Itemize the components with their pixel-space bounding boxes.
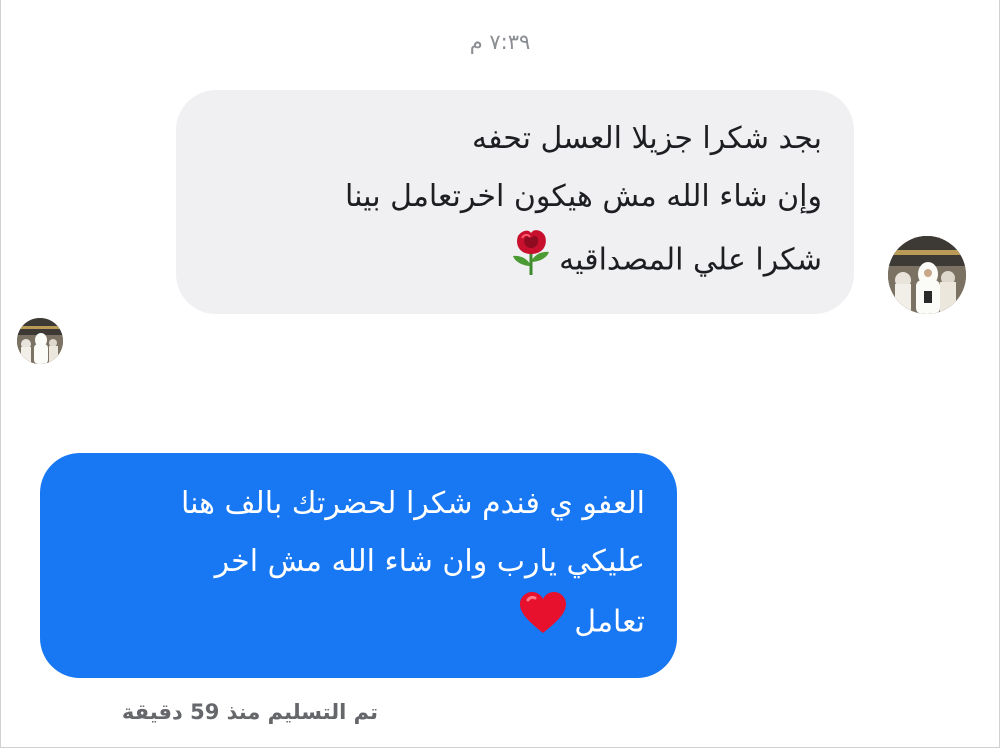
sent-message-bubble[interactable]: العفو ي فندم شكرا لحضرتك بالف هنا عليكي … xyxy=(40,453,677,678)
received-message-bubble[interactable]: بجد شكرا جزيلا العسل تحفه وإن شاء الله م… xyxy=(176,90,854,314)
red-heart-icon xyxy=(518,591,568,655)
delivery-status: تم التسليم منذ 59 دقيقة xyxy=(121,700,378,724)
contact-avatar[interactable] xyxy=(888,236,966,314)
rose-icon xyxy=(509,226,553,296)
seen-avatar xyxy=(17,318,63,364)
received-message-text: بجد شكرا جزيلا العسل تحفه وإن شاء الله م… xyxy=(344,121,822,278)
sent-message-text: العفو ي فندم شكرا لحضرتك بالف هنا عليكي … xyxy=(180,486,645,640)
message-timestamp: ٧:٣٩ م xyxy=(469,30,531,54)
